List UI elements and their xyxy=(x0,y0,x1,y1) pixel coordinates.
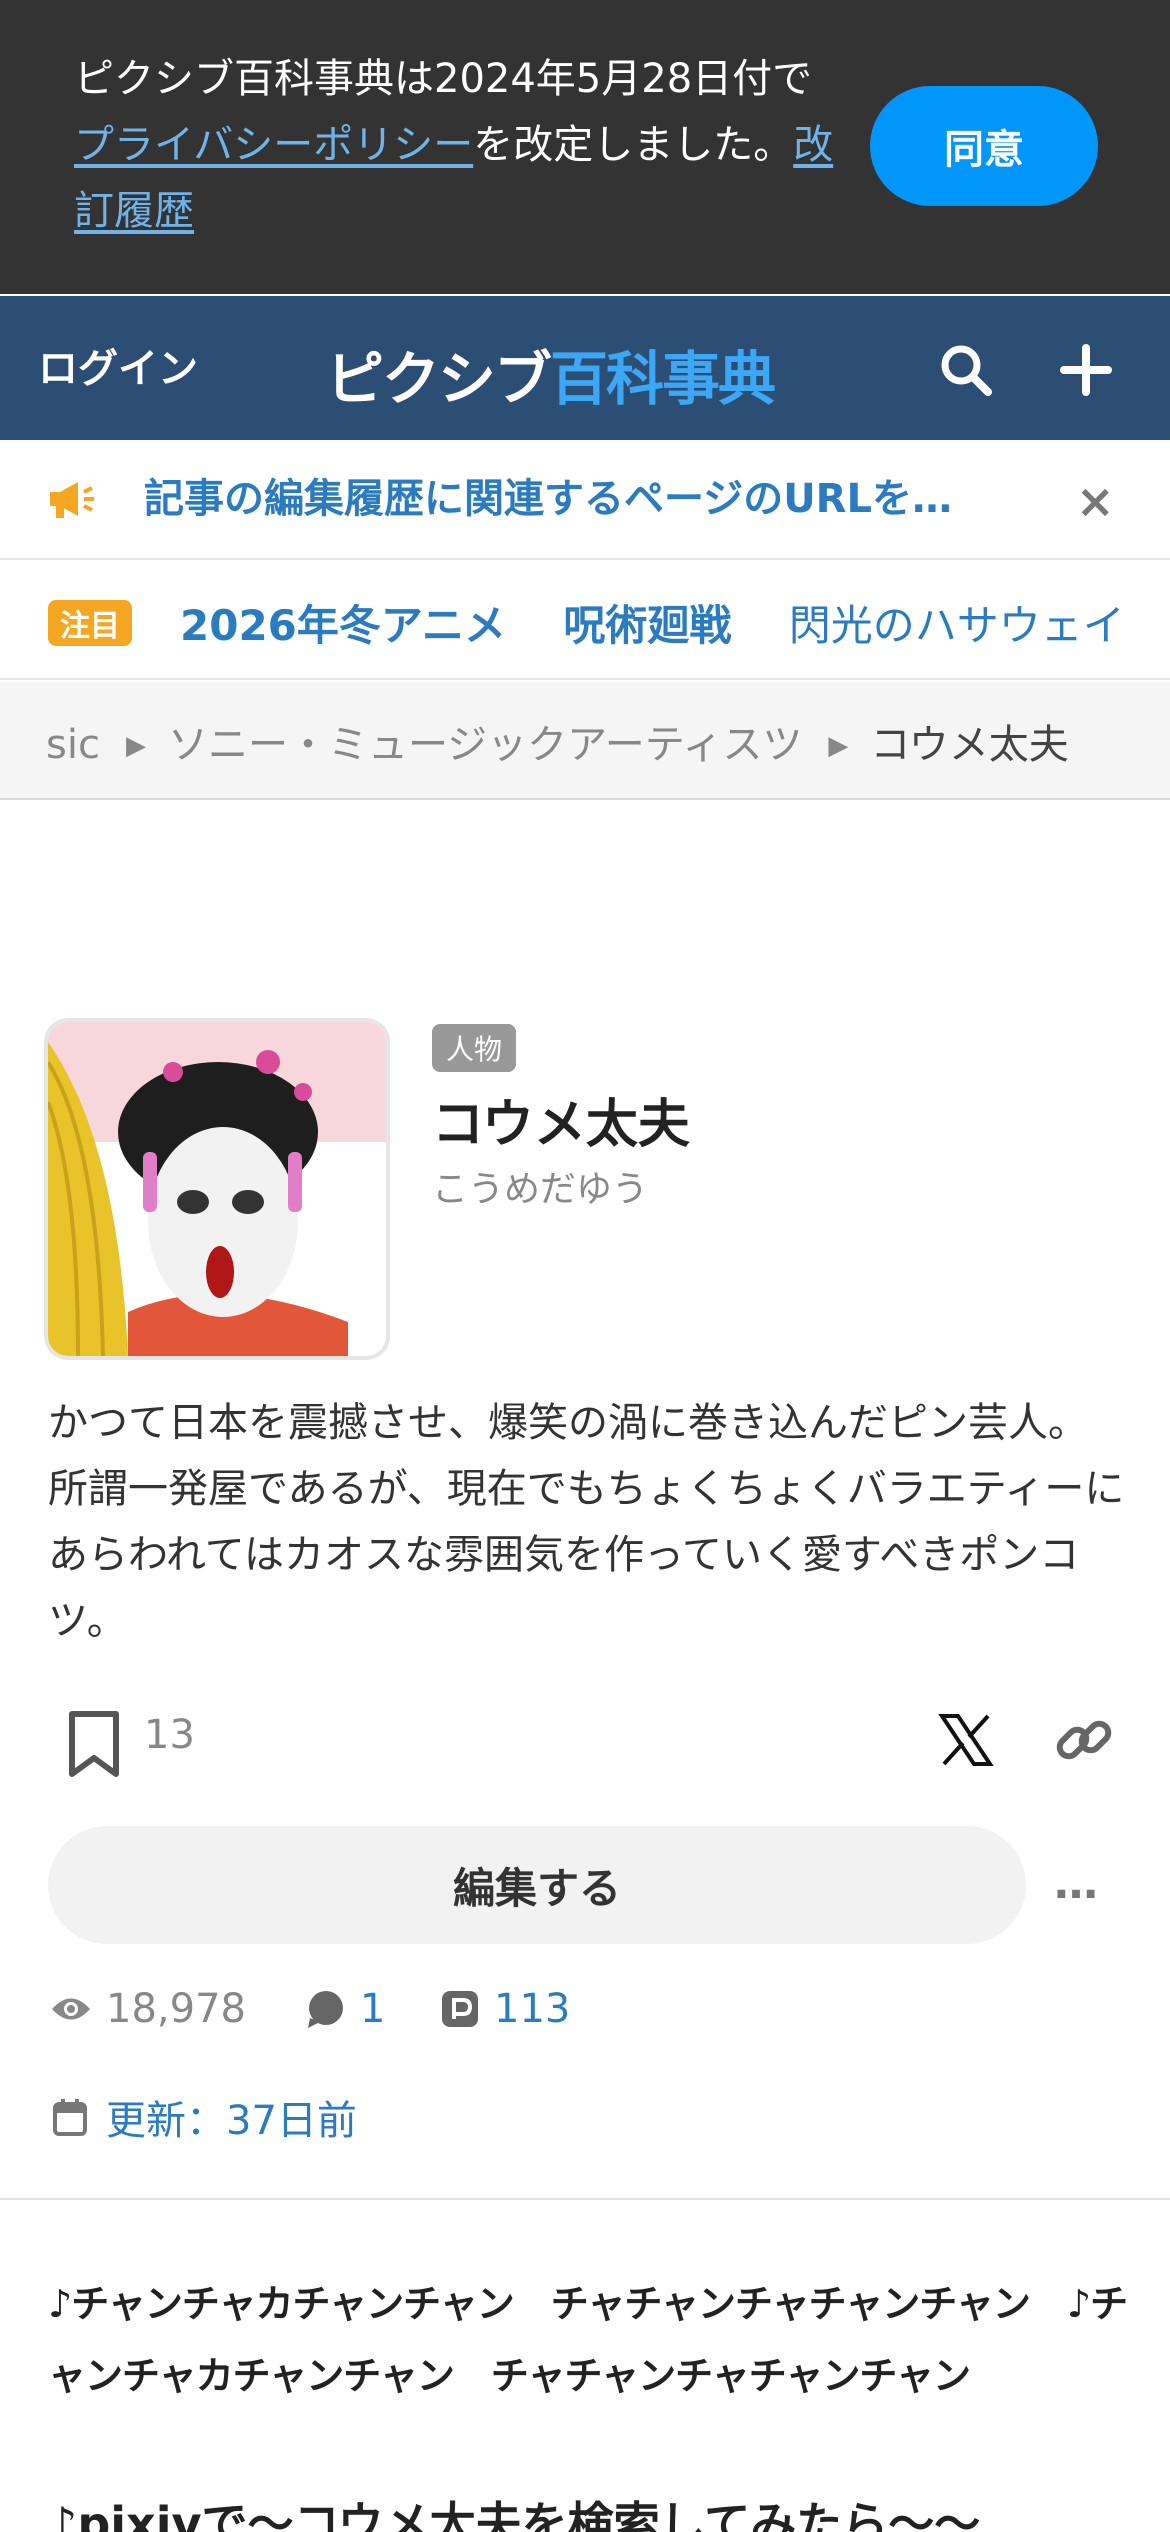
edit-button[interactable]: 編集する xyxy=(48,1826,1026,1944)
article-reading: こうめだゆう xyxy=(432,1169,649,1210)
notice-link[interactable]: 記事の編集履歴に関連するページのURLを… xyxy=(144,466,952,524)
bookmark-count: 13 xyxy=(144,1712,195,1758)
bookmark-icon[interactable] xyxy=(64,1710,124,1780)
consent-text-middle: を改定しました。 xyxy=(473,122,794,168)
breadcrumb-item[interactable]: sic xyxy=(46,722,100,768)
breadcrumb-separator-icon: ▶ xyxy=(125,731,146,761)
calendar-icon xyxy=(53,2099,87,2136)
consent-text-before: ピクシブ百科事典は2024年5月28日付で xyxy=(74,56,813,102)
breadcrumb-item[interactable]: ソニー・ミュージックアーティスツ xyxy=(168,722,802,768)
updated-info[interactable]: 更新：37日前 xyxy=(52,2088,357,2146)
trending-item[interactable]: 呪術廻戦 xyxy=(563,601,731,650)
article-lyrics: ♪チャンチャカチャンチャン チャチャンチャチャンチャン ♪チャンチャカチャンチャ… xyxy=(48,2282,1128,2398)
search-icon[interactable] xyxy=(936,340,996,400)
comment-count-value: 1 xyxy=(360,1986,386,2032)
article-thumbnail[interactable] xyxy=(44,1018,390,1360)
megaphone-icon xyxy=(50,482,94,518)
attention-badge: 注目 xyxy=(48,600,132,646)
comment-count[interactable]: 1 xyxy=(306,1986,385,2032)
more-options-button[interactable]: … xyxy=(1054,1858,1100,1909)
x-share-icon[interactable] xyxy=(938,1712,994,1768)
trending-item[interactable]: 閃光のハサウェイ xyxy=(789,601,1125,650)
trending-item[interactable]: 2026年冬アニメ xyxy=(180,601,506,650)
view-count-value: 18,978 xyxy=(106,1986,246,2032)
pixiv-works-count[interactable]: 113 xyxy=(440,1986,570,2032)
comment-icon xyxy=(308,1991,343,2028)
more-icon: … xyxy=(1054,1858,1100,1909)
eye-icon xyxy=(52,1998,90,2020)
section-divider xyxy=(0,2198,1170,2200)
consent-message: ピクシブ百科事典は2024年5月28日付でプライバシーポリシーを改定しました。改… xyxy=(74,46,834,244)
site-header: ログイン ピクシブ百科事典 xyxy=(0,296,1170,440)
privacy-policy-link[interactable]: プライバシーポリシー xyxy=(74,122,473,168)
copy-link-icon[interactable] xyxy=(1052,1708,1116,1772)
thumbnail-illustration xyxy=(48,1022,386,1356)
site-logo[interactable]: ピクシブ百科事典 xyxy=(326,332,776,416)
updated-text: 更新：37日前 xyxy=(106,2098,357,2144)
trending-list: 2026年冬アニメ 呪術廻戦 閃光のハサウェイ F xyxy=(180,592,1170,653)
breadcrumb-separator-icon: ▶ xyxy=(828,731,849,761)
section-heading: ♪pixivで〜コウメ太夫を検索してみたら〜〜 xyxy=(48,2497,981,2532)
article-summary: かつて日本を震撼させ、爆笑の渦に巻き込んだピン芸人。 所謂一発屋であるが、現在で… xyxy=(48,1400,1125,1644)
agree-button[interactable]: 同意 xyxy=(870,86,1098,206)
breadcrumb: sic ▶ ソニー・ミュージックアーティスツ ▶ コウメ太夫 xyxy=(0,682,1170,800)
pixiv-icon xyxy=(442,1991,478,2027)
consent-banner: ピクシブ百科事典は2024年5月28日付でプライバシーポリシーを改定しました。改… xyxy=(0,0,1170,294)
article-title: コウメ太夫 xyxy=(432,1095,690,1155)
logo-text-pixiv: ピクシブ xyxy=(326,345,552,413)
plus-icon[interactable] xyxy=(1056,340,1116,400)
category-badge[interactable]: 人物 xyxy=(432,1024,517,1072)
breadcrumb-current: コウメ太夫 xyxy=(870,722,1069,768)
close-icon[interactable]: × xyxy=(1076,474,1115,528)
logo-text-encyclopedia: 百科事典 xyxy=(550,345,776,413)
notice-bar: 記事の編集履歴に関連するページのURLを… × xyxy=(0,440,1170,560)
view-count: 18,978 xyxy=(50,1986,246,2032)
trending-bar: 注目 2026年冬アニメ 呪術廻戦 閃光のハサウェイ F xyxy=(0,562,1170,680)
pixiv-count-value: 113 xyxy=(494,1986,571,2032)
login-link[interactable]: ログイン xyxy=(38,336,198,394)
